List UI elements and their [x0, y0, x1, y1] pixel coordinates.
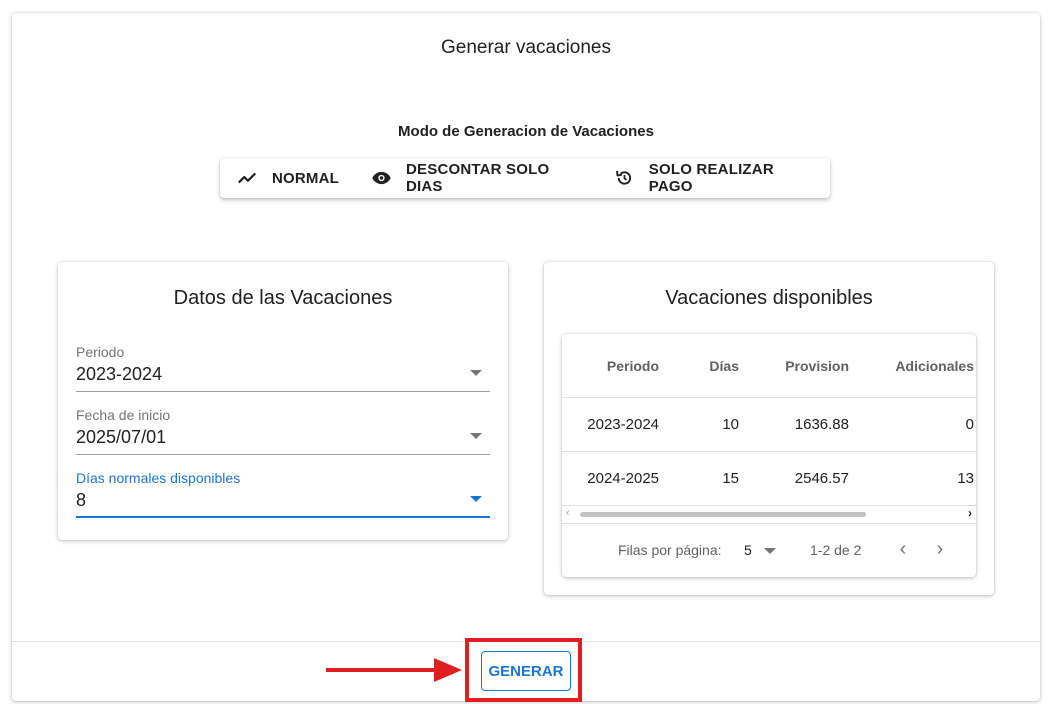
chevron-down-icon [470, 433, 482, 439]
fecha-inicio-label: Fecha de inicio [76, 407, 171, 423]
mode-normal-button[interactable]: NORMAL [220, 158, 355, 198]
mode-normal-label: NORMAL [272, 169, 340, 187]
cell-provision: 2546.57 [794, 470, 849, 487]
cell-periodo: 2024-2025 [587, 470, 659, 487]
column-header-periodo[interactable]: Periodo [562, 334, 659, 397]
generate-vacations-dialog: Generar vacaciones Modo de Generacion de… [12, 13, 1040, 701]
mode-descontar-button[interactable]: DESCONTAR SOLO DIAS [355, 158, 598, 198]
horizontal-scrollbar[interactable]: ‹ › [562, 505, 976, 524]
dias-normales-label: Días normales disponibles [76, 470, 241, 486]
cell-provision: 1636.88 [794, 416, 849, 433]
pagination-range: 1-2 de 2 [810, 542, 862, 558]
table-pagination: Filas por página: 5 1-2 de 2 ‹ › [562, 525, 976, 577]
rows-per-page-select[interactable]: 5 [744, 542, 752, 558]
vacation-data-card: Datos de las Vacaciones Periodo 2023-202… [58, 262, 508, 540]
fecha-inicio-value: 2025/07/01 [76, 427, 167, 447]
mode-toggle-group: NORMAL DESCONTAR SOLO DIAS SOLO REALIZAR… [220, 158, 830, 198]
dialog-title: Generar vacaciones [440, 37, 612, 58]
cell-adicionales: 13 [957, 470, 974, 487]
eye-icon [372, 171, 391, 185]
mode-pago-button[interactable]: SOLO REALIZAR PAGO [598, 158, 830, 198]
periodo-select[interactable]: Periodo 2023-2024 [76, 344, 490, 392]
scroll-thumb[interactable] [580, 512, 866, 517]
dias-normales-value: 8 [76, 490, 87, 510]
periodo-value: 2023-2024 [76, 364, 163, 384]
footer-divider [12, 641, 1040, 642]
chevron-right-icon[interactable]: › [968, 506, 972, 520]
arrow-annotation-icon [326, 658, 462, 682]
cell-periodo: 2023-2024 [587, 416, 659, 433]
table-header-row: Periodo Días Provision Adicionales [562, 334, 976, 398]
chevron-down-icon[interactable] [764, 548, 776, 554]
column-header-adicionales[interactable]: Adicionales [849, 334, 974, 397]
cell-dias: 10 [722, 416, 739, 433]
cell-adicionales: 0 [965, 416, 974, 433]
next-page-button[interactable]: › [929, 539, 951, 561]
table-row[interactable]: 2023-2024 10 1636.88 0 [562, 398, 976, 452]
vacation-data-title: Datos de las Vacaciones [173, 287, 393, 309]
chevron-down-icon [470, 496, 482, 502]
column-header-dias[interactable]: Días [659, 334, 739, 397]
chevron-left-icon[interactable]: ‹ [566, 507, 570, 519]
fecha-inicio-select[interactable]: Fecha de inicio 2025/07/01 [76, 407, 490, 455]
mode-label: Modo de Generacion de Vacaciones [398, 123, 654, 140]
table-row[interactable]: 2024-2025 15 2546.57 13 [562, 452, 976, 506]
dias-normales-select[interactable]: Días normales disponibles 8 [76, 470, 490, 518]
column-header-provision[interactable]: Provision [739, 334, 849, 397]
generate-button[interactable]: GENERAR [481, 651, 571, 691]
available-vacations-title: Vacaciones disponibles [665, 287, 873, 309]
periodo-label: Periodo [76, 344, 125, 360]
restore-icon [615, 170, 631, 185]
vacations-table: Periodo Días Provision Adicionales 2023-… [562, 334, 976, 577]
previous-page-button[interactable]: ‹ [892, 539, 914, 561]
rows-per-page-label: Filas por página: [618, 542, 722, 558]
mode-pago-label: SOLO REALIZAR PAGO [648, 161, 774, 195]
chevron-down-icon [470, 370, 482, 376]
mode-descontar-label: DESCONTAR SOLO DIAS [406, 161, 550, 195]
available-vacations-card: Vacaciones disponibles Periodo Días Prov… [544, 262, 994, 595]
cell-dias: 15 [722, 470, 739, 487]
trending-icon [237, 172, 257, 184]
